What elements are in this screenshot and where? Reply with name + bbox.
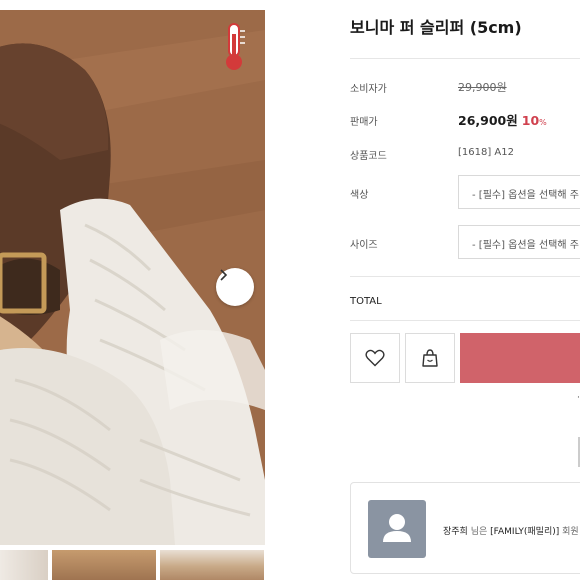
avatar: [368, 500, 426, 558]
member-trail: 회원: [559, 527, 579, 537]
buy-now-button[interactable]: [460, 333, 580, 383]
member-info-card: 장주희 님은 [FAMILY(패밀리)] 회원: [350, 482, 580, 574]
product-main-image: [0, 10, 265, 545]
product-title: 보니마 퍼 슬리퍼 (5cm): [350, 18, 522, 37]
user-icon: [383, 514, 411, 542]
consumer-price-value: 29,900원: [458, 81, 507, 94]
discount-value: 10: [521, 113, 540, 128]
member-text: 장주희 님은 [FAMILY(패밀리)] 회원: [443, 524, 579, 537]
size-select[interactable]: - [필수] 옵션을 선택해 주: [458, 225, 580, 259]
consumer-price: 29,900원: [458, 79, 507, 95]
chevron-right-icon: [220, 269, 228, 281]
divider: [350, 58, 580, 59]
color-select[interactable]: - [필수] 옵션을 선택해 주: [458, 175, 580, 209]
add-to-cart-button[interactable]: [405, 333, 455, 383]
wishlist-button[interactable]: [350, 333, 400, 383]
total-label: TOTAL: [350, 296, 382, 307]
thumbnail-1[interactable]: [0, 550, 48, 580]
heart-icon: [365, 349, 385, 367]
member-group: [FAMILY(패밀리)]: [490, 527, 560, 537]
divider: [350, 276, 580, 277]
discount-rate: 10%: [522, 113, 547, 128]
sale-price-label: 판매가: [350, 117, 378, 128]
color-option-label: 색상: [350, 190, 369, 201]
size-option-label: 사이즈: [350, 240, 378, 251]
scroll-marker: ·: [577, 393, 580, 403]
thumbnail-2[interactable]: [52, 550, 156, 580]
product-code-label: 상품코드: [350, 151, 387, 162]
next-image-button[interactable]: [216, 268, 254, 306]
sale-price: 26,900원 10%: [458, 110, 547, 129]
consumer-price-label: 소비자가: [350, 84, 387, 95]
member-name: 장주희: [443, 527, 468, 537]
thumbnail-strip: [0, 550, 265, 580]
thumbnail-3[interactable]: [160, 550, 264, 580]
divider: [350, 320, 580, 321]
product-code: [1618] A12: [458, 147, 514, 158]
shopping-bag-icon: [422, 349, 438, 367]
member-middle: 님은: [467, 527, 491, 537]
discount-unit: %: [539, 118, 547, 127]
sale-price-value: 26,900원: [458, 113, 518, 128]
thermometer-icon: [221, 22, 247, 72]
